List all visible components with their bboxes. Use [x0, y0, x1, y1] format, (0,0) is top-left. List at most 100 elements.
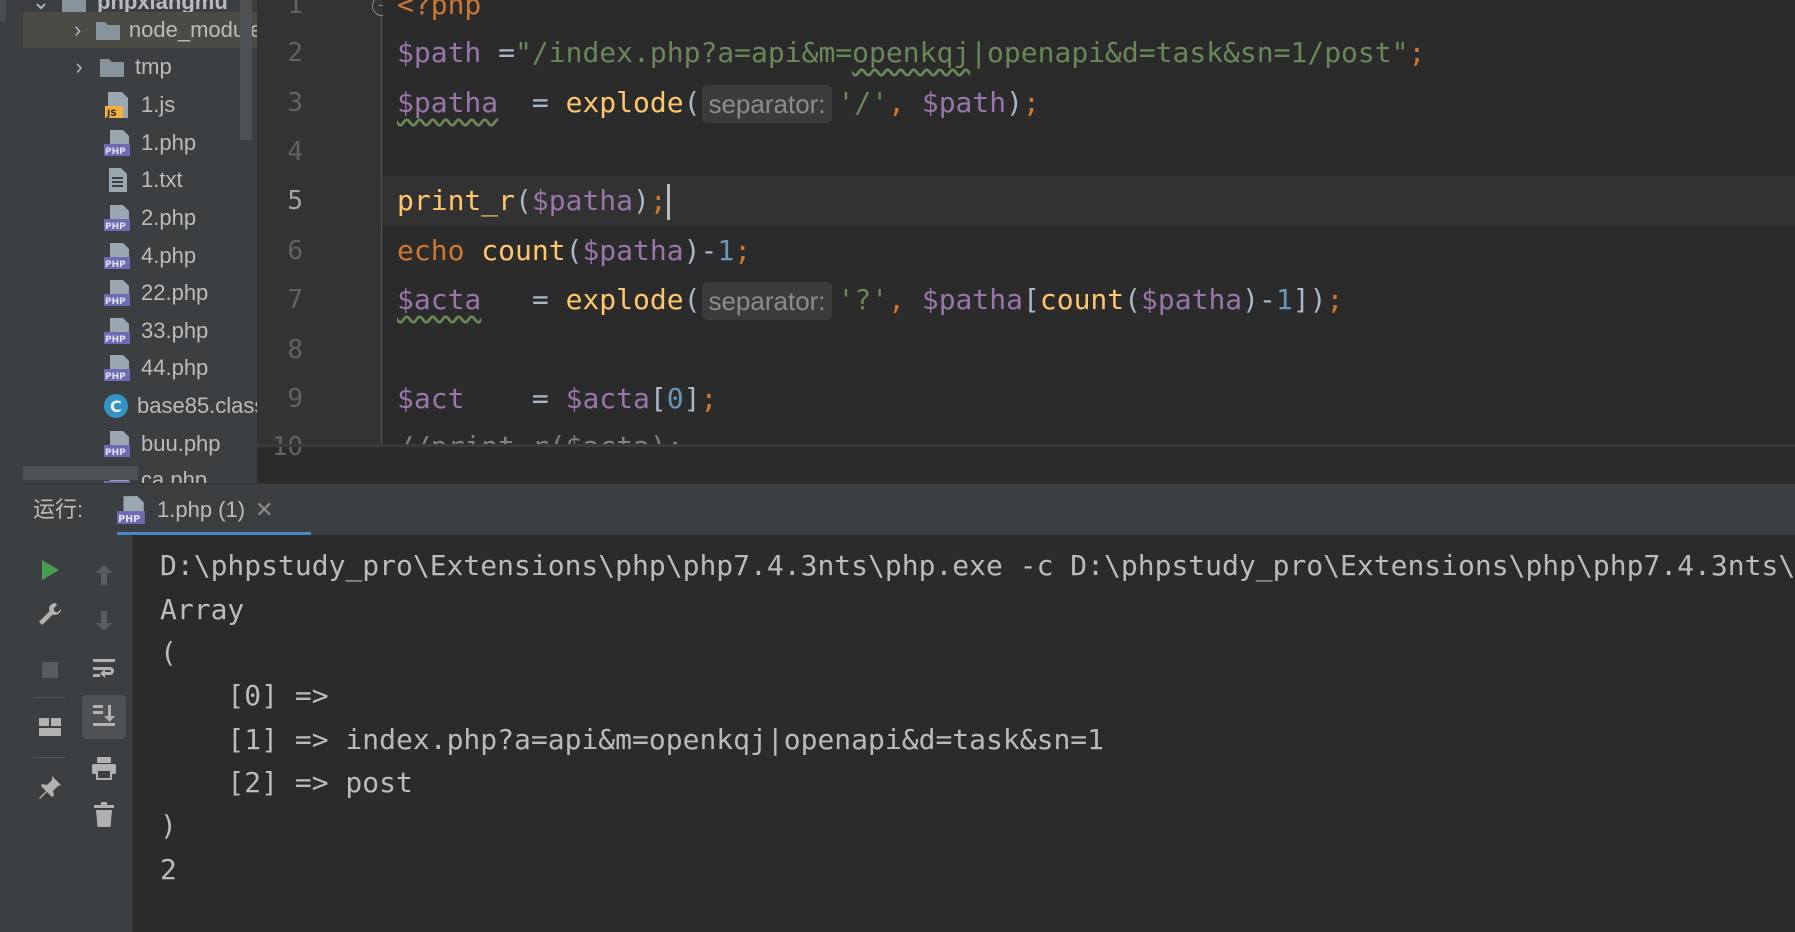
js-file-icon: JS	[103, 90, 133, 120]
soft-wrap-button[interactable]	[76, 648, 132, 692]
layout-icon	[38, 716, 62, 743]
line-number: 10	[271, 432, 303, 462]
parameter-hint: separator:	[702, 85, 832, 123]
tree-item-1-js[interactable]: JS 1.js	[23, 87, 257, 123]
tree-item-base85-class[interactable]: C base85.class.php	[23, 388, 257, 424]
toolbar-separator	[33, 697, 65, 698]
code-line-9: $act = $acta[0];	[397, 382, 718, 415]
php-file-icon: PHP	[103, 128, 133, 158]
layout-button[interactable]	[23, 707, 76, 751]
stop-icon	[40, 660, 60, 685]
run-toolbar-primary	[23, 535, 77, 932]
print-button[interactable]	[76, 748, 132, 792]
tree-item-label: 33.php	[141, 318, 209, 343]
php-file-icon: PHP	[117, 495, 147, 525]
run-label: 运行:	[33, 497, 84, 522]
tree-item-1-txt[interactable]: 1.txt	[23, 162, 257, 198]
pin-icon	[37, 774, 63, 805]
line-number: 2	[287, 38, 303, 68]
php-file-icon: PHP	[103, 278, 133, 308]
editor-horizontal-scrollbar[interactable]	[257, 444, 1795, 447]
text-file-icon	[103, 165, 133, 195]
parameter-hint: separator:	[702, 282, 832, 320]
code-line-2: $path ="/index.php?a=api&m=openkqj|opena…	[397, 36, 1426, 69]
php-file-icon: PHP	[103, 203, 133, 233]
tree-item-label: 1.php	[141, 130, 197, 155]
strip-marker	[0, 0, 6, 22]
tree-horizontal-scrollbar[interactable]	[23, 466, 138, 480]
folder-icon	[94, 15, 121, 45]
arrow-down-icon	[93, 609, 115, 638]
console-line: [0] =>	[160, 679, 329, 712]
php-file-icon: PHP	[103, 429, 133, 459]
chevron-right-icon[interactable]: ›	[67, 54, 91, 80]
code-line-3: $patha = explode(separator: '/', $path);	[397, 78, 1040, 128]
pin-tab-button[interactable]	[23, 767, 76, 811]
scroll-to-end-icon	[91, 702, 117, 733]
code-editor[interactable]: <?php $path ="/index.php?a=api&m=openkqj…	[383, 0, 1795, 444]
php-file-icon: PHP	[103, 353, 133, 383]
clear-all-button[interactable]	[76, 795, 132, 839]
tree-item-label: buu.php	[141, 431, 221, 456]
line-number: 9	[287, 384, 303, 414]
console-line: 2	[160, 853, 177, 886]
console-line: )	[160, 809, 177, 842]
toolbar-separator	[33, 757, 65, 758]
tree-item-33-php[interactable]: PHP 33.php	[23, 313, 257, 349]
tree-item-buu-php[interactable]: PHP buu.php	[23, 426, 257, 462]
run-tab-label: 1.php (1)	[157, 497, 246, 522]
tree-item-label: 2.php	[141, 205, 197, 230]
tree-item-label: node_modules	[128, 17, 257, 42]
project-tree: ⌄ phpxiangmu › node_modules › tmp JS 1.j…	[23, 0, 257, 483]
run-toolbar-secondary	[76, 535, 133, 932]
console-output[interactable]: D:\phpstudy_pro\Extensions\php\php7.4.3n…	[133, 535, 1795, 932]
php-file-icon: PHP	[103, 316, 133, 346]
tree-item-label: ca.php	[141, 467, 208, 483]
svg-text:PHP: PHP	[118, 514, 140, 525]
chevron-right-icon[interactable]: ›	[67, 17, 88, 43]
line-number: 7	[287, 285, 303, 315]
code-line-10: //print_r($acta);	[397, 422, 684, 444]
tree-item-tmp[interactable]: › tmp	[23, 49, 257, 85]
run-tool-window-header: 运行: PHP 1.php (1) ✕	[23, 483, 1795, 536]
line-number: 3	[287, 88, 303, 118]
console-line: D:\phpstudy_pro\Extensions\php\php7.4.3n…	[160, 549, 1795, 582]
svg-text:PHP: PHP	[105, 372, 126, 382]
class-icon: C	[103, 391, 129, 421]
folder-icon	[97, 52, 127, 82]
tree-item-44-php[interactable]: PHP 44.php	[23, 350, 257, 386]
code-line-5: print_r($patha);	[397, 176, 670, 226]
code-line-6: echo count($patha)-1;	[397, 234, 752, 267]
soft-wrap-icon	[91, 656, 117, 685]
settings-button[interactable]	[23, 594, 76, 638]
next-occurrence-button[interactable]	[76, 601, 132, 645]
fold-guide	[381, 0, 382, 444]
tree-item-label: 44.php	[141, 355, 209, 380]
run-tab-1-php[interactable]: PHP 1.php (1) ✕	[93, 484, 311, 536]
text-caret	[666, 184, 670, 220]
tree-item-label: 22.php	[141, 280, 209, 305]
previous-occurrence-button[interactable]	[76, 555, 132, 599]
line-number: 4	[287, 137, 303, 167]
close-icon[interactable]: ✕	[255, 497, 273, 523]
tree-item-4-php[interactable]: PHP 4.php	[23, 238, 257, 274]
tree-vertical-scrollbar[interactable]	[240, 0, 252, 140]
editor-gutter: 1 2 3 4 5 6 7 8 9 10	[257, 0, 383, 462]
stop-button[interactable]	[23, 650, 76, 694]
tree-item-1-php[interactable]: PHP 1.php	[23, 125, 257, 161]
wrench-icon	[37, 601, 63, 632]
svg-text:PHP: PHP	[105, 260, 126, 270]
svg-text:PHP: PHP	[105, 222, 126, 232]
play-icon	[39, 558, 61, 587]
svg-text:PHP: PHP	[105, 297, 126, 307]
tree-item-node-modules[interactable]: › node_modules	[23, 12, 257, 48]
scroll-to-end-button[interactable]	[82, 695, 126, 739]
tree-item-2-php[interactable]: PHP 2.php	[23, 200, 257, 236]
tree-item-label: 1.txt	[141, 167, 183, 192]
line-number: 6	[287, 236, 303, 266]
tree-item-label: 4.php	[141, 243, 197, 268]
rerun-button[interactable]	[23, 550, 76, 594]
arrow-up-icon	[93, 563, 115, 592]
line-number-current: 5	[287, 186, 303, 216]
tree-item-22-php[interactable]: PHP 22.php	[23, 275, 257, 311]
